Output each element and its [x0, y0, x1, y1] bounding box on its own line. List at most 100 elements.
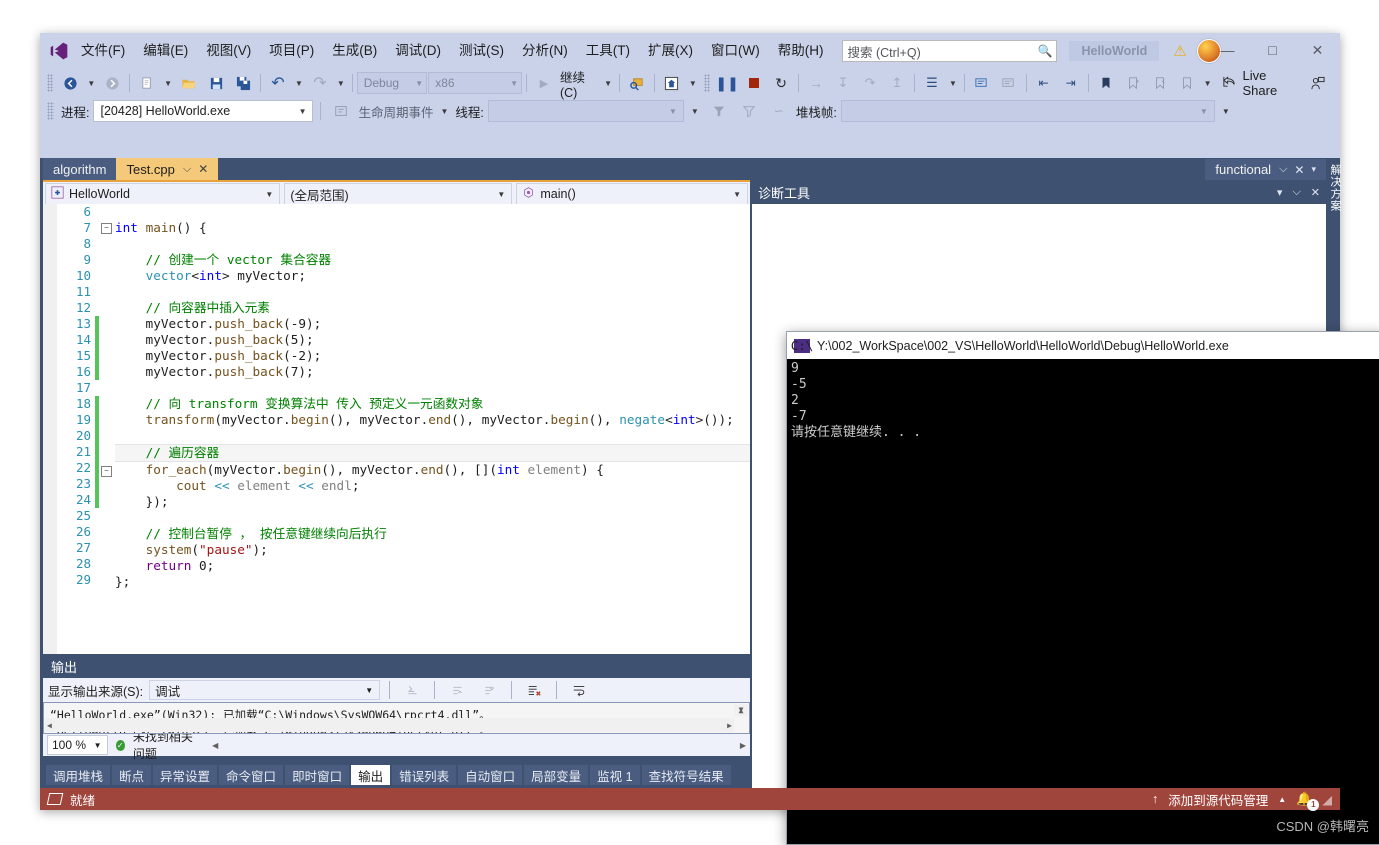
step-out-icon[interactable]: ↥	[884, 72, 910, 94]
output-text-area[interactable]: “HelloWorld.exe”(Win32): 已加载“C:\Windows\…	[43, 702, 750, 734]
fold-marker[interactable]: −	[101, 466, 115, 482]
code-line[interactable]	[115, 236, 750, 252]
break-all-icon[interactable]: ❚❚	[714, 72, 740, 94]
close-tab-icon[interactable]: ✕	[198, 162, 208, 176]
toolbar-grip[interactable]	[703, 74, 711, 92]
source-control-chevron-icon[interactable]: ▲	[1278, 795, 1286, 804]
menu-item-build[interactable]: 生成(B)	[323, 38, 386, 64]
code-line[interactable]: // 控制台暂停 ， 按任意键继续向后执行	[115, 526, 750, 542]
menu-item-analyze[interactable]: 分析(N)	[513, 38, 577, 64]
solution-platform-select[interactable]: x86 ▼	[428, 72, 523, 94]
bookmark-icon[interactable]	[1093, 72, 1119, 94]
step-into-icon[interactable]: ↧	[830, 72, 856, 94]
tool-window-tab-3[interactable]: 命令窗口	[219, 765, 284, 785]
hot-reload-icon[interactable]	[659, 72, 685, 94]
scroll-down-icon[interactable]: ▼	[734, 705, 748, 714]
clear-output-icon[interactable]	[521, 679, 547, 701]
menu-item-debug[interactable]: 调试(D)	[386, 38, 450, 64]
add-to-source-control-button[interactable]: 添加到源代码管理	[1168, 790, 1268, 809]
code-line[interactable]	[115, 284, 750, 300]
feedback-person-icon[interactable]	[1304, 72, 1330, 94]
pin-tab-icon[interactable]: ⌵	[183, 163, 191, 176]
stackframe-select[interactable]: ▼	[840, 100, 1215, 122]
tool-window-tab-5[interactable]: 输出	[351, 765, 391, 785]
stop-debugging-icon[interactable]	[741, 72, 767, 94]
close-tab-icon[interactable]: ✕	[1294, 163, 1304, 177]
warning-icon[interactable]: ⚠	[1173, 42, 1186, 60]
tool-window-tab-1[interactable]: 断点	[112, 765, 152, 785]
navigate-back-dropdown-icon[interactable]: ▼	[84, 79, 98, 88]
code-line[interactable]	[115, 380, 750, 396]
close-panel-icon[interactable]: ✕	[1311, 186, 1320, 199]
code-line[interactable]: myVector.push_back(-9);	[115, 316, 750, 332]
maximize-button[interactable]: □	[1250, 33, 1295, 67]
find-message-icon[interactable]	[399, 679, 425, 701]
undo-icon[interactable]: ↶	[265, 72, 291, 94]
save-all-icon[interactable]	[230, 72, 256, 94]
output-vertical-scrollbar[interactable]: ▲ ▼	[734, 704, 748, 716]
save-icon[interactable]	[203, 72, 229, 94]
attach-process-icon[interactable]	[624, 72, 650, 94]
flag-threads-icon[interactable]: ∽	[766, 100, 792, 122]
code-line[interactable]: return 0;	[115, 558, 750, 574]
prev-bookmark-icon[interactable]	[1120, 72, 1146, 94]
menu-item-help[interactable]: 帮助(H)	[769, 38, 833, 64]
tool-window-tab-0[interactable]: 调用堆栈	[46, 765, 111, 785]
next-bookmark-icon[interactable]	[1147, 72, 1173, 94]
menu-item-test[interactable]: 测试(S)	[450, 38, 513, 64]
menu-item-project[interactable]: 项目(P)	[260, 38, 323, 64]
live-share-button[interactable]: Live Share	[1216, 66, 1299, 100]
menu-item-view[interactable]: 视图(V)	[197, 38, 260, 64]
thread-marker-icon[interactable]: ☰	[919, 72, 945, 94]
process-select[interactable]: [20428] HelloWorld.exe ▼	[93, 100, 314, 122]
code-line[interactable]: // 遍历容器	[115, 444, 750, 462]
tool-window-tab-2[interactable]: 异常设置	[153, 765, 218, 785]
lifecycle-dropdown-icon[interactable]: ▼	[438, 107, 452, 116]
hot-reload-dropdown-icon[interactable]: ▼	[686, 79, 700, 88]
tool-window-tab-8[interactable]: 局部变量	[524, 765, 589, 785]
lifecycle-events-icon[interactable]	[328, 100, 354, 122]
code-line[interactable]: };	[115, 574, 750, 590]
search-input[interactable]: 搜索 (Ctrl+Q) 🔍	[842, 40, 1058, 62]
toolbar-grip[interactable]	[47, 102, 54, 120]
navbar-scope-select[interactable]: (全局范围) ▼	[284, 183, 513, 205]
continue-dropdown-icon[interactable]: ▼	[601, 79, 615, 88]
filter-icon[interactable]	[706, 100, 732, 122]
tool-window-tab-10[interactable]: 查找符号结果	[641, 765, 731, 785]
undo-dropdown-icon[interactable]: ▼	[292, 79, 306, 88]
filter-clear-icon[interactable]	[736, 100, 762, 122]
code-line[interactable]: system("pause");	[115, 542, 750, 558]
restart-icon[interactable]: ↻	[768, 72, 794, 94]
tool-window-tab-4[interactable]: 即时窗口	[285, 765, 350, 785]
code-line[interactable]	[115, 204, 750, 220]
menu-item-edit[interactable]: 编辑(E)	[134, 38, 197, 64]
open-folder-icon[interactable]	[176, 72, 202, 94]
outdent-icon[interactable]: ⇤	[1031, 72, 1057, 94]
pin-panel-icon[interactable]: ⌵	[1292, 186, 1300, 199]
step-over-icon[interactable]: ↷	[857, 72, 883, 94]
go-to-previous-message-icon[interactable]	[444, 679, 470, 701]
scroll-left-icon[interactable]: ◀	[47, 721, 52, 730]
navbar-member-select[interactable]: main() ▼	[516, 183, 748, 205]
navbar-project-select[interactable]: HelloWorld ▼	[45, 183, 281, 205]
menu-item-tools[interactable]: 工具(T)	[577, 38, 639, 64]
tab-list-dropdown-icon[interactable]: ▾	[1311, 164, 1316, 175]
toggle-word-wrap-icon[interactable]	[566, 679, 592, 701]
scroll-right-icon[interactable]: ▶	[727, 721, 732, 730]
menu-item-extensions[interactable]: 扩展(X)	[639, 38, 702, 64]
continue-button[interactable]: 继续(C)	[558, 71, 600, 100]
show-next-statement-icon[interactable]: →	[803, 72, 829, 94]
code-line[interactable]: myVector.push_back(7);	[115, 364, 750, 380]
thread-select[interactable]: ▼	[487, 100, 684, 122]
code-line[interactable]: for_each(myVector.begin(), myVector.end(…	[115, 462, 750, 478]
code-line[interactable]	[115, 428, 750, 444]
code-line[interactable]: int main() {	[115, 220, 750, 236]
notifications-bell-icon[interactable]: 🔔 1	[1296, 791, 1320, 811]
solution-configuration-select[interactable]: Debug ▼	[356, 72, 428, 94]
new-item-dropdown-icon[interactable]: ▼	[161, 79, 175, 88]
close-button[interactable]: ✕	[1295, 33, 1340, 67]
document-tab-algorithm[interactable]: algorithm	[43, 158, 117, 180]
resize-grip-icon[interactable]: ◢	[1322, 792, 1332, 807]
toolbar-overflow-icon[interactable]: ▼	[1201, 79, 1215, 88]
document-tab-functional[interactable]: functional ⌵ ✕ ▾	[1205, 159, 1326, 180]
